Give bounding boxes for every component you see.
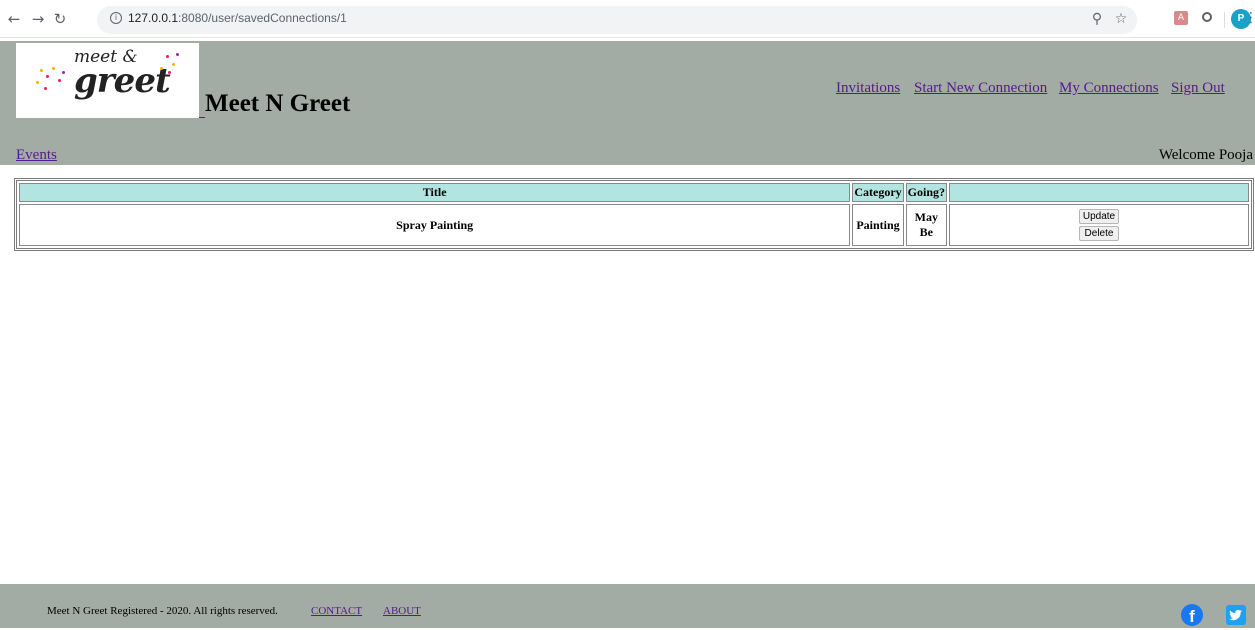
contact-link[interactable]: CONTACT [311,605,362,617]
url-text[interactable]: 127.0.0.1:8080/user/savedConnections/1 [128,11,347,25]
nav-start-new-connection-link[interactable]: Start New Connection [914,80,1047,97]
welcome-message: Welcome Pooja [1158,147,1253,163]
about-link[interactable]: ABOUT [383,605,421,617]
saved-connections-table: Title Category Going? Spray Painting Pai… [14,178,1254,251]
column-header-going: Going? [905,183,947,202]
column-header-category: Category [852,183,904,202]
back-arrow-icon[interactable]: ← [6,11,22,27]
nav-sign-out-link[interactable]: Sign Out [1171,80,1225,97]
reload-icon[interactable]: ↻ [52,11,68,27]
nav-my-connections-link[interactable]: My Connections [1059,80,1159,97]
zoom-search-icon[interactable]: ⚲ [1088,10,1106,28]
table-header-row: Title Category Going? [19,183,1249,202]
bookmark-star-icon[interactable]: ☆ [1112,10,1130,28]
site-info-icon[interactable]: i [110,12,122,24]
forward-arrow-icon[interactable]: → [30,11,46,27]
column-header-title: Title [19,183,851,202]
extension-icon[interactable] [1202,12,1212,22]
logo: meet & greet [16,43,199,118]
update-button[interactable]: Update [1079,209,1119,224]
twitter-icon[interactable] [1226,605,1246,625]
cell-title: Spray Painting [19,204,851,246]
facebook-icon[interactable]: f [1181,604,1203,626]
cell-actions: Update Delete [949,204,1249,246]
column-header-actions [949,183,1249,202]
pdf-extension-icon[interactable]: A [1174,11,1188,25]
copyright-text: Meet N Greet Registered - 2020. All righ… [47,605,278,617]
browser-menu-icon[interactable]: ⋮ [1244,10,1255,26]
events-link[interactable]: Events [16,147,57,164]
site-title: Meet N Greet [205,90,351,117]
browser-toolbar: ← → ↻ i 127.0.0.1:8080/user/savedConnect… [0,0,1255,38]
logo-greet-text: greet [74,61,171,101]
delete-button[interactable]: Delete [1079,226,1119,241]
cell-going: May Be [905,204,947,246]
nav-invitations-link[interactable]: Invitations [836,80,900,97]
toolbar-divider [1224,12,1225,28]
cell-category: Painting [852,204,904,246]
twitter-bird-icon [1229,609,1242,621]
table-row: Spray Painting Painting May Be Update De… [19,204,1249,246]
